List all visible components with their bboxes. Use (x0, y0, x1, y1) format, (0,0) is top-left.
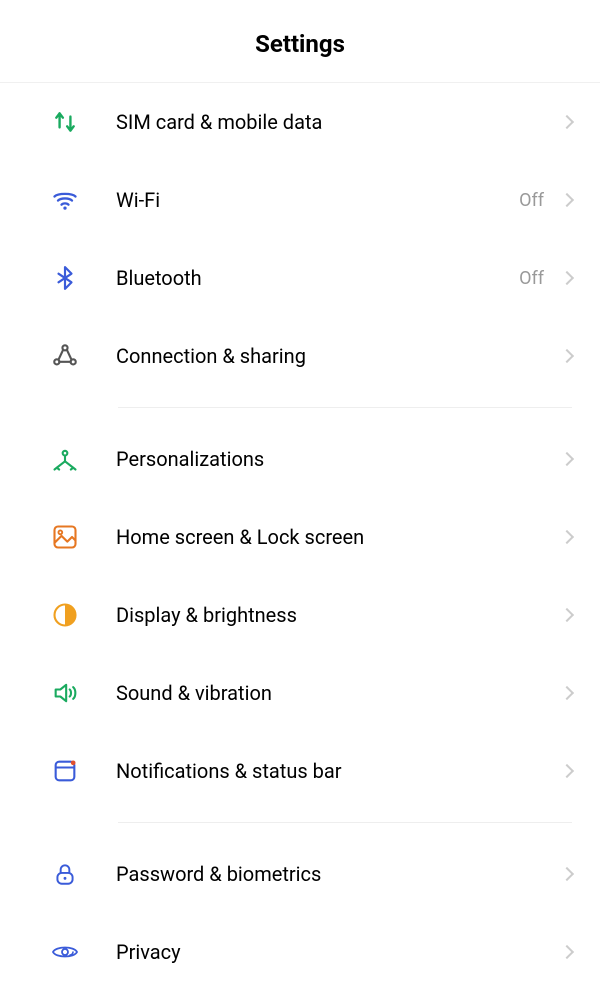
chevron-right-icon (560, 764, 574, 778)
page-header: Settings (0, 0, 600, 83)
settings-item-personalization[interactable]: Personalizations (0, 420, 600, 498)
chevron-right-icon (560, 271, 574, 285)
settings-item-display[interactable]: Display & brightness (0, 576, 600, 654)
chevron-right-icon (560, 349, 574, 363)
mobile-data-icon (48, 105, 82, 139)
privacy-icon (48, 935, 82, 969)
chevron-right-icon (560, 945, 574, 959)
chevron-right-icon (560, 530, 574, 544)
settings-item-notifications[interactable]: Notifications & status bar (0, 732, 600, 810)
chevron-right-icon (560, 193, 574, 207)
item-label: SIM card & mobile data (116, 110, 562, 134)
divider (118, 407, 572, 408)
settings-item-connection[interactable]: Connection & sharing (0, 317, 600, 395)
item-label: Sound & vibration (116, 681, 562, 705)
personalization-icon (48, 442, 82, 476)
settings-item-privacy[interactable]: Privacy (0, 913, 600, 991)
wifi-icon (48, 183, 82, 217)
chevron-right-icon (560, 452, 574, 466)
item-label: Bluetooth (116, 266, 519, 290)
item-label: Home screen & Lock screen (116, 525, 562, 549)
sound-icon (48, 676, 82, 710)
lock-icon (48, 857, 82, 891)
settings-item-sim[interactable]: SIM card & mobile data (0, 83, 600, 161)
item-label: Notifications & status bar (116, 759, 562, 783)
chevron-right-icon (560, 686, 574, 700)
page-title: Settings (0, 30, 600, 58)
notifications-icon (48, 754, 82, 788)
settings-item-sound[interactable]: Sound & vibration (0, 654, 600, 732)
item-label: Personalizations (116, 447, 562, 471)
homescreen-icon (48, 520, 82, 554)
settings-list: SIM card & mobile data Wi-Fi Off Bluetoo… (0, 83, 600, 991)
item-label: Wi-Fi (116, 188, 519, 212)
chevron-right-icon (560, 867, 574, 881)
item-value: Off (519, 268, 544, 289)
settings-item-homescreen[interactable]: Home screen & Lock screen (0, 498, 600, 576)
connection-icon (48, 339, 82, 373)
settings-item-bluetooth[interactable]: Bluetooth Off (0, 239, 600, 317)
display-brightness-icon (48, 598, 82, 632)
bluetooth-icon (48, 261, 82, 295)
item-label: Display & brightness (116, 603, 562, 627)
chevron-right-icon (560, 115, 574, 129)
chevron-right-icon (560, 608, 574, 622)
settings-item-wifi[interactable]: Wi-Fi Off (0, 161, 600, 239)
item-label: Privacy (116, 940, 562, 964)
item-value: Off (519, 190, 544, 211)
item-label: Connection & sharing (116, 344, 562, 368)
divider (118, 822, 572, 823)
item-label: Password & biometrics (116, 862, 562, 886)
settings-item-password[interactable]: Password & biometrics (0, 835, 600, 913)
